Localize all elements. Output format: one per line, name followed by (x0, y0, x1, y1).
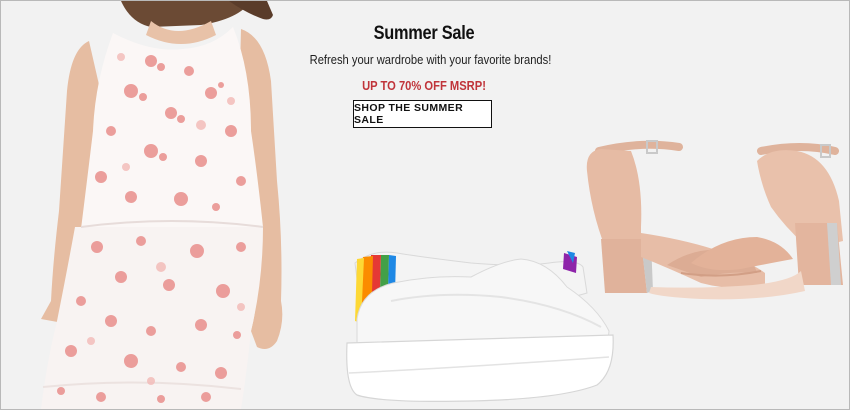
sale-title: Summer Sale (373, 23, 475, 44)
nude-block-heel-sandal-image (586, 140, 843, 300)
white-sneaker-image (346, 251, 614, 402)
summer-sale-banner[interactable]: Summer Sale Refresh your wardrobe with y… (0, 0, 850, 410)
shop-summer-sale-button[interactable]: SHOP THE SUMMER SALE (353, 100, 492, 128)
promo-text: UP TO 70% OFF MSRP! (362, 78, 486, 93)
sale-copy: Summer Sale Refresh your wardrobe with y… (291, 23, 557, 94)
floral-dress-image (41, 1, 283, 409)
sale-subtitle: Refresh your wardrobe with your favorite… (309, 52, 552, 67)
